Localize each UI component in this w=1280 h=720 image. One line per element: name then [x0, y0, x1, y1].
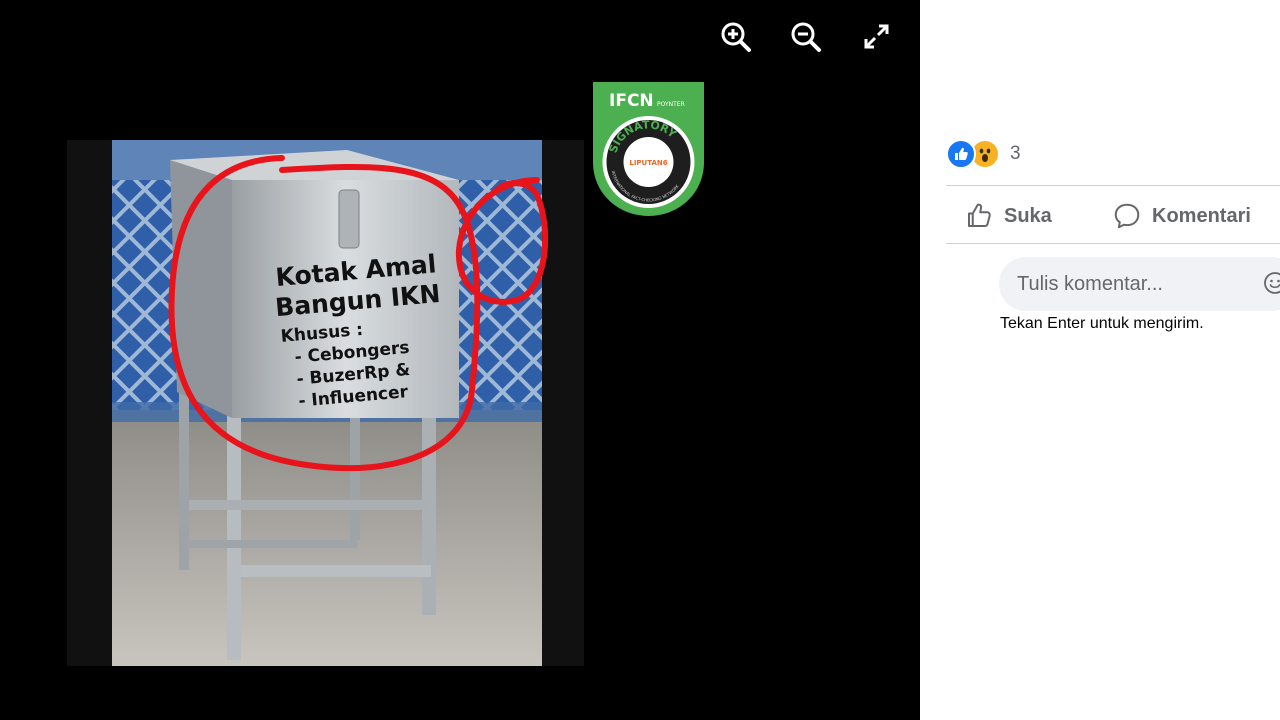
- comment-label: Komentari: [1152, 204, 1251, 227]
- comment-input[interactable]: [999, 257, 1280, 311]
- ifcn-label: IFCN: [609, 91, 654, 111]
- comment-button[interactable]: Komentari: [1112, 198, 1251, 234]
- divider-top: [946, 185, 1280, 186]
- zoom-in-icon: [721, 22, 751, 52]
- comment-hint: Tekan Enter untuk mengirim.: [1000, 315, 1204, 332]
- expand-icon: [864, 24, 889, 49]
- divider-bottom: [946, 243, 1280, 244]
- zoom-out-button[interactable]: [789, 20, 823, 54]
- like-button[interactable]: Suka: [964, 198, 1052, 234]
- partner-logo: LIPUTAN6: [629, 159, 667, 167]
- post-side-panel: 3 Suka Komentari Tekan Enter untuk mengi…: [920, 0, 1280, 720]
- post-photo: Kotak Amal Bangun IKN Khusus : - Cebonge…: [67, 140, 584, 666]
- emoji-button[interactable]: [1262, 270, 1280, 296]
- like-icon: [946, 139, 976, 169]
- comment-bubble-icon: [1114, 203, 1140, 229]
- ifcn-sublabel: POYNTER: [657, 101, 685, 108]
- zoom-out-icon: [791, 22, 821, 52]
- reaction-count: 3: [1010, 143, 1021, 164]
- zoom-in-button[interactable]: [719, 20, 753, 54]
- ifcn-signatory-badge: IFCN POYNTER SIGNATORY INTERNATIONAL FAC…: [593, 82, 704, 216]
- reaction-summary[interactable]: 3: [946, 139, 1021, 169]
- photo-viewer: Kotak Amal Bangun IKN Khusus : - Cebonge…: [0, 0, 920, 720]
- smiley-icon: [1264, 272, 1280, 294]
- thumbs-up-icon: [968, 203, 991, 227]
- fullscreen-button[interactable]: [860, 20, 894, 54]
- like-label: Suka: [1004, 204, 1052, 227]
